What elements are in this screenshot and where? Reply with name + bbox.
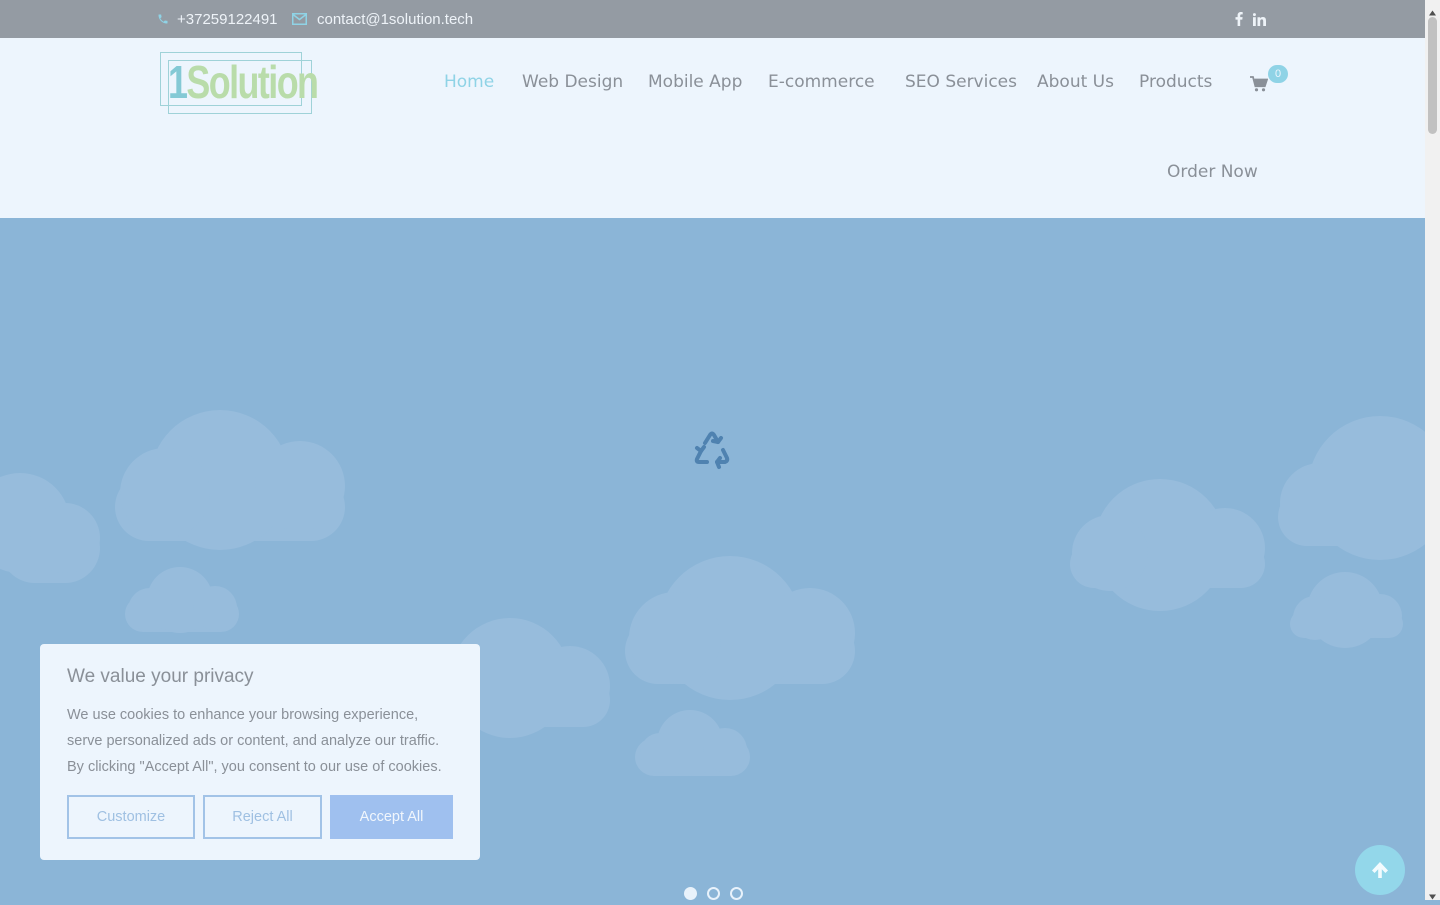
arrow-up-icon [1370,860,1390,880]
logo-word: Solution [186,56,319,108]
back-to-top-button[interactable] [1355,845,1405,895]
cookie-description: We use cookies to enhance your browsing … [67,707,442,775]
cookie-title: We value your privacy [67,666,254,687]
nav-web-design[interactable]: Web Design [522,64,623,100]
slider-dot-1[interactable] [684,887,697,900]
scrollbar-thumb[interactable] [1428,17,1437,134]
cloud-shape [125,567,239,633]
email-address: contact@1solution.tech [317,10,474,28]
phone-icon [157,13,169,25]
nav-mobile-app[interactable]: Mobile App [648,64,742,100]
cloud-shape [0,473,100,583]
social-links [1235,0,1266,38]
phone-contact[interactable]: +37259122491 [157,0,278,38]
cookie-consent-banner: We value your privacy We use cookies to … [40,644,480,860]
nav-seo-services[interactable]: SEO Services [905,64,1017,100]
cart-count-badge: 0 [1268,65,1288,83]
nav-products[interactable]: Products [1139,64,1212,100]
slider-dot-2[interactable] [707,887,720,900]
phone-number: +37259122491 [177,10,278,28]
envelope-icon [292,13,307,25]
cloud-shape [635,710,750,776]
page-scrollbar[interactable] [1425,0,1440,900]
facebook-icon[interactable] [1235,12,1243,26]
page: +37259122491 contact@1solution.tech 1Sol… [0,0,1425,900]
shopping-cart-icon [1250,76,1269,96]
cloud-shape [115,410,345,550]
cloud-shape [1070,479,1265,611]
scroll-up-arrow-icon[interactable] [1428,3,1437,16]
nav-home[interactable]: Home [444,64,494,100]
site-logo[interactable]: 1Solution [160,52,319,114]
accept-all-button[interactable]: Accept All [330,795,453,839]
order-now-link[interactable]: Order Now [1167,154,1258,190]
scroll-down-arrow-icon[interactable] [1428,886,1437,900]
logo-digit: 1 [168,56,188,108]
slider-pagination [684,887,743,900]
cloud-shape [1278,416,1425,560]
linkedin-icon[interactable] [1253,12,1266,26]
reject-all-button[interactable]: Reject All [203,795,322,839]
customize-button[interactable]: Customize [67,795,195,839]
recycle-icon [686,425,738,477]
email-contact[interactable]: contact@1solution.tech [292,0,473,38]
logo-wordmark: 1Solution [168,54,319,110]
nav-about-us[interactable]: About Us [1037,64,1114,100]
top-bar: +37259122491 contact@1solution.tech [0,0,1425,38]
cloud-shape [625,556,855,700]
cloud-shape [1290,572,1403,648]
nav-e-commerce[interactable]: E-commerce [768,64,875,100]
slider-dot-3[interactable] [730,887,743,900]
